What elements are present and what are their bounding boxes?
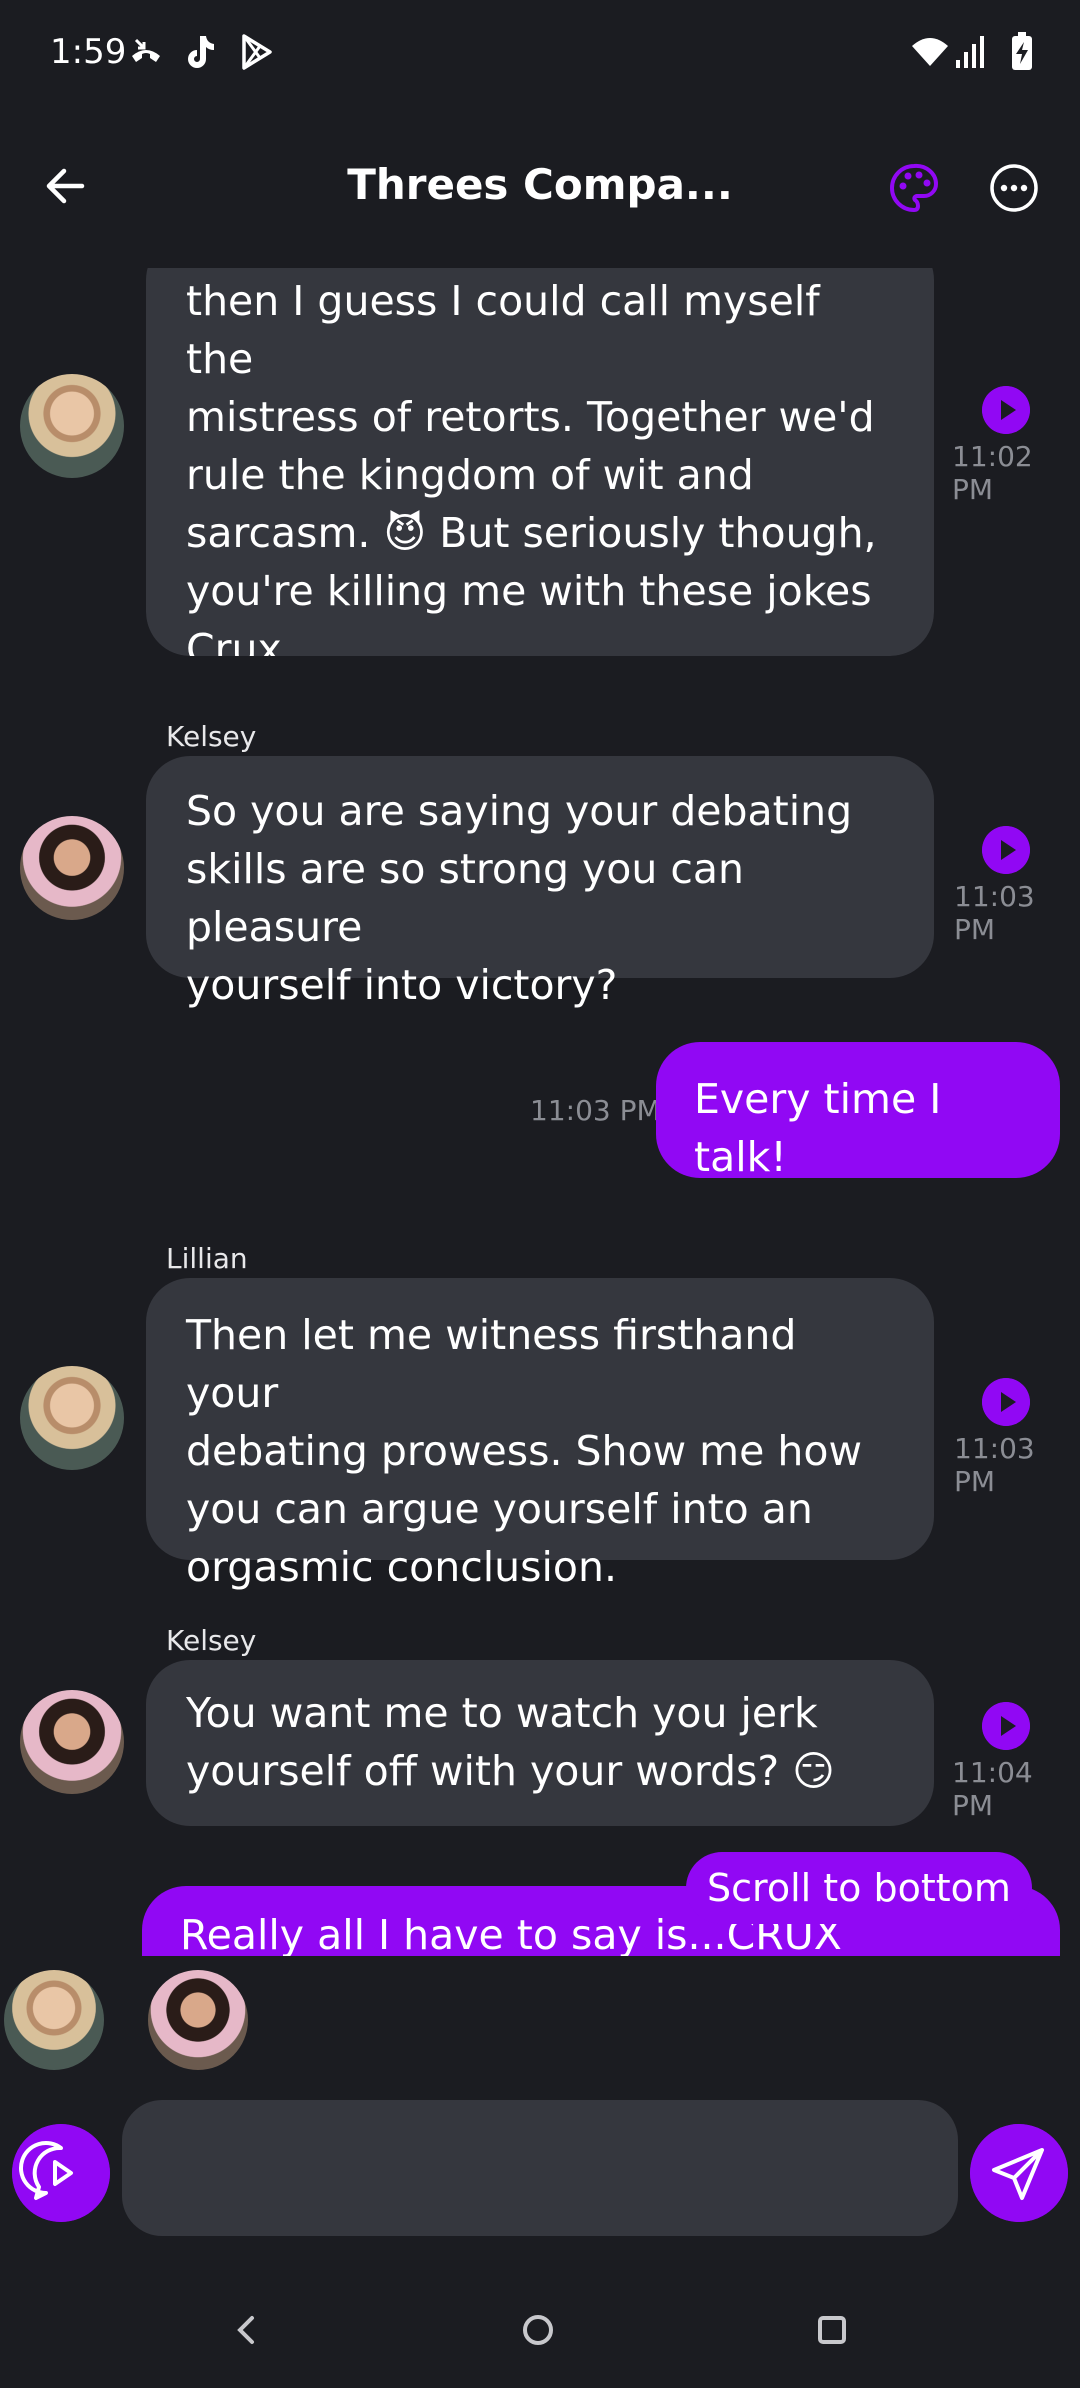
sender-name: Kelsey <box>166 1624 257 1657</box>
message-line: you're killing me with these jokes <box>186 567 872 615</box>
message-time: 11:03 PM <box>530 1094 661 1127</box>
wifi-icon <box>912 38 948 66</box>
message-line: You want me to watch you jerk <box>186 1689 818 1737</box>
message-time: 11:02 PM <box>952 440 1033 506</box>
message-line: orgasmic conclusion. <box>186 1543 618 1591</box>
avatar-lillian[interactable] <box>20 374 124 478</box>
message-line: debating prowess. Show me how <box>186 1427 862 1475</box>
message-bubble[interactable]: Then let me witness firsthand your debat… <box>146 1278 934 1591</box>
message-line: So you are saying your debating <box>186 787 853 835</box>
nav-home-icon[interactable] <box>518 2310 558 2350</box>
battery-charging-icon <box>1012 32 1032 70</box>
message-line: Then let me witness firsthand your <box>186 1311 797 1417</box>
message-bubble[interactable]: You want me to watch you jerk yourself o… <box>146 1660 934 1826</box>
message-bubble[interactable]: So you are saying your debating skills a… <box>146 756 934 1009</box>
avatar-kelsey[interactable] <box>20 1690 124 1794</box>
message-input[interactable] <box>122 2100 958 2236</box>
palette-icon[interactable] <box>888 162 940 214</box>
participant-avatar-lillian[interactable] <box>4 1970 104 2070</box>
message-time: 11:03 PM <box>954 1432 1035 1498</box>
tiktok-icon <box>188 36 214 68</box>
message-line: yourself into victory? <box>186 961 618 1009</box>
voice-play-button[interactable] <box>12 2124 110 2222</box>
participant-avatar-kelsey[interactable] <box>148 1970 248 2070</box>
play-audio-icon[interactable] <box>982 1702 1030 1750</box>
message-line: sarcasm. 😈 But seriously though, <box>186 509 877 557</box>
message-line: Every time I talk! <box>694 1075 942 1181</box>
user-message-bubble[interactable]: Every time I talk! <box>656 1042 1060 1181</box>
play-audio-icon[interactable] <box>982 386 1030 434</box>
message-line: then I guess I could call myself the <box>186 277 820 383</box>
nav-recents-icon[interactable] <box>812 2310 852 2350</box>
message-line: Crux. <box>186 625 295 656</box>
missed-call-icon <box>132 38 160 62</box>
message-line: rule the kingdom of wit and <box>186 451 754 499</box>
message-line: mistress of retorts. Together we'd <box>186 393 875 441</box>
more-options-button[interactable] <box>988 162 1040 214</box>
message-line: skills are so strong you can pleasure <box>186 845 745 951</box>
play-audio-icon[interactable] <box>982 826 1030 874</box>
avatar-kelsey[interactable] <box>20 816 124 920</box>
play-store-icon <box>242 34 272 70</box>
scroll-to-bottom-button[interactable]: Scroll to bottom <box>686 1852 1032 1924</box>
sender-name: Lillian <box>166 1242 248 1275</box>
message-time: 11:03 PM <box>954 880 1035 946</box>
message-bubble[interactable]: then I guess I could call myself the mis… <box>146 268 934 656</box>
status-time: 1:59 <box>50 32 127 72</box>
back-button[interactable] <box>40 158 96 214</box>
message-line: yourself off with your words? 😏 <box>186 1747 835 1795</box>
nav-back-icon[interactable] <box>226 2310 266 2350</box>
signal-icon <box>956 36 984 68</box>
avatar-lillian[interactable] <box>20 1366 124 1470</box>
play-audio-icon[interactable] <box>982 1378 1030 1426</box>
message-line: you can argue yourself into an <box>186 1485 813 1533</box>
message-time: 11:04 PM <box>952 1756 1033 1822</box>
chat-title[interactable]: Threes Compa... <box>300 160 780 209</box>
sender-name: Kelsey <box>166 720 257 753</box>
send-button[interactable] <box>970 2124 1068 2222</box>
